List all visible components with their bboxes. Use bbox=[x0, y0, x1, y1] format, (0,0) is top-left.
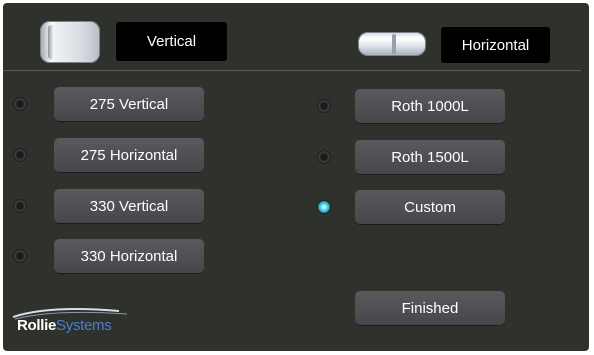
vertical-tank-icon[interactable] bbox=[40, 21, 100, 63]
logo-text: RollieSystems bbox=[17, 317, 112, 334]
logo-rollie-text: Rollie bbox=[17, 317, 57, 334]
radio-330-horizontal[interactable] bbox=[14, 250, 26, 262]
radio-330-vertical[interactable] bbox=[14, 200, 26, 212]
option-roth-1500l-button[interactable]: Roth 1500L bbox=[355, 140, 505, 174]
finished-button[interactable]: Finished bbox=[355, 291, 505, 325]
vertical-mode-label[interactable]: Vertical bbox=[116, 22, 227, 61]
radio-275-vertical[interactable] bbox=[14, 98, 26, 110]
option-custom-button[interactable]: Custom bbox=[355, 190, 505, 224]
horizontal-mode-label[interactable]: Horizontal bbox=[441, 27, 550, 63]
logo-systems-text: Systems bbox=[56, 317, 112, 334]
option-275-horizontal-button[interactable]: 275 Horizontal bbox=[54, 138, 204, 172]
header-divider bbox=[3, 70, 581, 71]
radio-roth-1000l[interactable] bbox=[318, 100, 330, 112]
radio-roth-1500l[interactable] bbox=[318, 151, 330, 163]
horizontal-tank-icon[interactable] bbox=[358, 32, 426, 56]
tank-selection-panel: Vertical Horizontal 275 Vertical 275 Hor… bbox=[3, 3, 589, 351]
option-roth-1000l-button[interactable]: Roth 1000L bbox=[355, 89, 505, 123]
radio-275-horizontal[interactable] bbox=[14, 149, 26, 161]
option-330-vertical-button[interactable]: 330 Vertical bbox=[54, 189, 204, 223]
option-330-horizontal-button[interactable]: 330 Horizontal bbox=[54, 239, 204, 273]
radio-custom[interactable] bbox=[318, 201, 330, 213]
option-275-vertical-button[interactable]: 275 Vertical bbox=[54, 87, 204, 121]
rollie-systems-logo: RollieSystems bbox=[9, 303, 144, 341]
